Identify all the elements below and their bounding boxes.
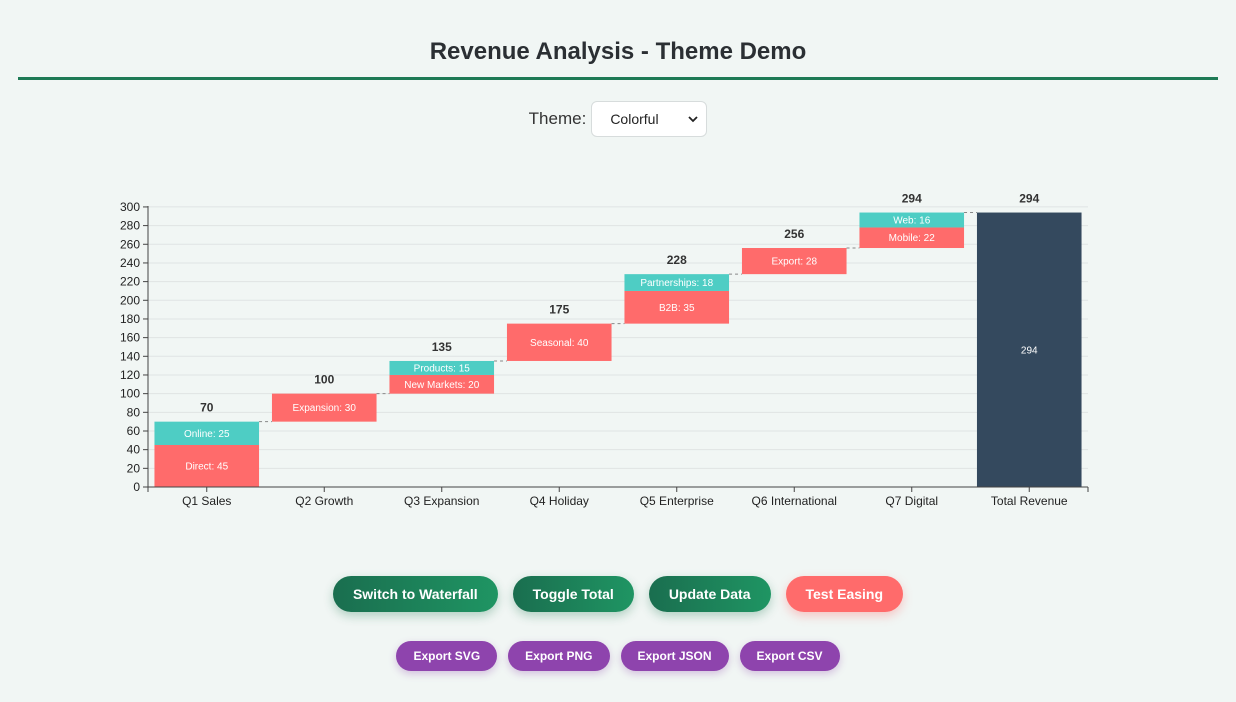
- y-tick-label: 100: [120, 387, 140, 401]
- y-tick-label: 220: [120, 275, 140, 289]
- bar-total-label: 294: [902, 192, 922, 206]
- export-csv-button[interactable]: Export CSV: [739, 641, 840, 671]
- bar-total-label: 100: [314, 373, 334, 387]
- test-easing-button[interactable]: Test Easing: [785, 576, 904, 612]
- bar-total-label: 175: [549, 303, 569, 317]
- update-data-button[interactable]: Update Data: [648, 576, 771, 612]
- segment-label: Mobile: 22: [889, 233, 936, 244]
- y-tick-label: 20: [127, 461, 141, 475]
- x-tick-label: Q6 International: [752, 494, 837, 508]
- y-tick-label: 200: [120, 293, 140, 307]
- segment-label: Seasonal: 40: [530, 338, 589, 349]
- y-tick-label: 260: [120, 237, 140, 251]
- y-tick-label: 280: [120, 219, 140, 233]
- segment-label: B2B: 35: [659, 303, 695, 314]
- segment-label: 294: [1021, 345, 1038, 356]
- y-tick-label: 140: [120, 349, 140, 363]
- export-button-row: Export SVG Export PNG Export JSON Export CS…: [0, 641, 1236, 671]
- segment-label: Products: 15: [414, 363, 471, 374]
- y-tick-label: 180: [120, 312, 140, 326]
- x-tick-label: Q7 Digital: [885, 494, 938, 508]
- segment-label: Expansion: 30: [293, 403, 357, 414]
- bar-total-label: 135: [432, 340, 452, 354]
- bar-total-label: 70: [200, 401, 214, 415]
- y-tick-label: 120: [120, 368, 140, 382]
- toggle-total-button[interactable]: Toggle Total: [512, 576, 634, 612]
- waterfall-chart: 0 20 40 60 80 100 120 140 160 180 200 220 240 260 280 3…: [120, 192, 1089, 508]
- y-tick-label: 60: [127, 424, 141, 438]
- export-png-button[interactable]: Export PNG: [508, 641, 610, 671]
- y-tick-label: 240: [120, 256, 140, 270]
- segment-label: Online: 25: [184, 429, 230, 440]
- y-tick-label: 80: [127, 405, 141, 419]
- switch-to-waterfall-button[interactable]: Switch to Waterfall: [332, 576, 498, 612]
- segment-label: Web: 16: [893, 216, 930, 227]
- bar-total-label: 228: [667, 253, 687, 267]
- bar-total-label: 256: [784, 227, 804, 241]
- y-tick-label: 160: [120, 331, 140, 345]
- primary-button-row: Switch to Waterfall Toggle Total Update Da…: [0, 576, 1236, 612]
- export-svg-button[interactable]: Export SVG: [396, 641, 498, 671]
- segment-label: Export: 28: [771, 257, 817, 268]
- segment-label: New Markets: 20: [404, 380, 479, 391]
- y-tick-label: 0: [133, 480, 140, 494]
- x-tick-label: Q5 Enterprise: [640, 494, 714, 508]
- segment-label: Partnerships: 18: [640, 278, 713, 289]
- export-json-button[interactable]: Export JSON: [620, 641, 729, 671]
- x-tick-label: Q4 Holiday: [530, 494, 589, 508]
- x-tick-label: Q2 Growth: [295, 494, 353, 508]
- y-tick-label: 40: [127, 443, 141, 457]
- bar-total-label: 294: [1019, 192, 1039, 206]
- x-tick-label: Total Revenue: [991, 494, 1068, 508]
- y-tick-label: 300: [120, 200, 140, 214]
- x-tick-label: Q1 Sales: [182, 494, 231, 508]
- segment-label: Direct: 45: [185, 461, 228, 472]
- x-tick-label: Q3 Expansion: [404, 494, 479, 508]
